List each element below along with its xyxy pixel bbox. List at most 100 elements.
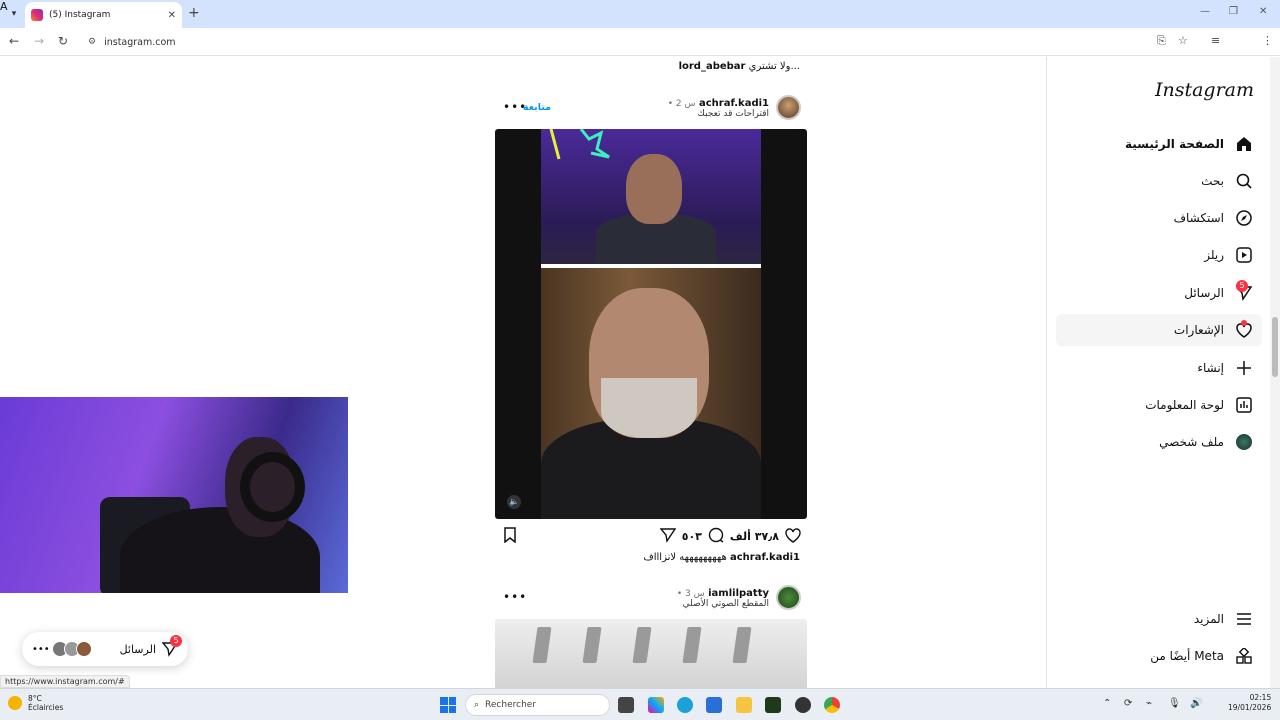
tray-sync-icon[interactable]: ⟳ <box>1124 698 1132 709</box>
close-window-icon[interactable]: ✕ <box>1259 6 1267 17</box>
taskbar-search-placeholder: Rechercher <box>485 700 537 710</box>
tab-search-chevron-icon[interactable]: ▾ <box>6 6 22 22</box>
weather-widget[interactable]: 8°C Éclaircies <box>8 694 63 712</box>
home-icon <box>1234 134 1254 154</box>
sidebar-item-more[interactable]: المزيد <box>1056 603 1262 635</box>
post-user-info: • 3 س iamlilpatty المقطع الصوتي الأصلي <box>677 586 769 609</box>
messages-label: الرسائل <box>119 642 156 656</box>
sidebar-item-label: ريلز <box>1204 248 1224 262</box>
browser-tab[interactable]: (5) Instagram ✕ <box>25 2 182 28</box>
site-info-icon[interactable]: ⚙ <box>88 37 96 47</box>
caption-username[interactable]: lord_abebar <box>679 61 746 72</box>
browser-tab-bar: ▾ (5) Instagram ✕ + — ❐ ✕ <box>0 0 1280 28</box>
tray-volume-icon[interactable]: 🔊 <box>1190 698 1202 709</box>
sidebar-item-create[interactable]: إنشاء <box>1056 352 1262 384</box>
more-dots-icon: ••• <box>32 643 50 655</box>
notification-dot <box>1241 320 1247 326</box>
sidebar-item-notifications[interactable]: الإشعارات <box>1056 314 1262 346</box>
extensions-icon[interactable]: ≡ <box>1211 34 1220 47</box>
sidebar-item-explore[interactable]: استكشاف <box>1056 202 1262 234</box>
search-icon <box>1234 171 1254 191</box>
post-options-icon[interactable]: ••• <box>503 590 527 604</box>
like-count[interactable]: ٣٧٫٨ ألف <box>730 530 779 543</box>
sidebar-item-label: ملف شخصي <box>1159 435 1224 449</box>
tray-network-icon[interactable]: ⌁ <box>1146 698 1152 709</box>
post-time: • 2 س <box>667 99 696 109</box>
sidebar-item-reels[interactable]: ريلز <box>1056 239 1262 271</box>
share-icon[interactable] <box>659 527 677 546</box>
sidebar-item-profile[interactable]: ملف شخصي <box>1056 426 1262 458</box>
sidebar-item-label: المزيد <box>1193 612 1224 626</box>
post-image[interactable] <box>495 619 807 688</box>
minimize-icon[interactable]: — <box>1200 6 1210 17</box>
tab-title: (5) Instagram <box>49 10 111 20</box>
save-bookmark-icon[interactable] <box>503 527 517 546</box>
like-heart-icon[interactable] <box>785 527 801 546</box>
tray-chevron-icon[interactable]: ⌃ <box>1103 698 1111 709</box>
instagram-logo[interactable]: Instagram <box>1155 79 1254 101</box>
follow-button[interactable]: متابعة <box>523 102 551 113</box>
forward-icon[interactable]: → <box>34 34 44 48</box>
tray-mic-icon[interactable]: 🎙 <box>1168 698 1181 709</box>
post-user-avatar[interactable] <box>776 95 801 120</box>
profile-avatar <box>1234 432 1254 452</box>
post-username[interactable]: iamlilpatty <box>708 588 769 599</box>
instagram-sidebar: Instagram الصفحة الرئيسية بحث استكشاف ري… <box>1046 57 1270 688</box>
dashboard-icon <box>1234 395 1254 415</box>
caption-text: ولا تشتري... <box>748 61 800 72</box>
post-username[interactable]: achraf.kadi1 <box>699 98 769 109</box>
task-view-icon[interactable] <box>618 697 634 713</box>
sidebar-item-dashboard[interactable]: لوحة المعلومات <box>1056 389 1262 421</box>
sidebar-item-search[interactable]: بحث <box>1056 165 1262 197</box>
install-app-icon[interactable]: ⎘ <box>1157 34 1166 48</box>
windows-start-icon[interactable] <box>440 697 456 713</box>
bookmark-star-icon[interactable]: ☆ <box>1178 34 1188 47</box>
page-scrollbar[interactable] <box>1270 57 1280 688</box>
post-caption: هههههههههه لانزاااف achraf.kadi1 <box>495 552 800 563</box>
plus-icon <box>1234 358 1254 378</box>
post-header: ••• • 3 س iamlilpatty المقطع الصوتي الأص… <box>495 584 807 614</box>
new-tab-button[interactable]: + <box>188 5 200 21</box>
taskbar-clock[interactable]: 02:15 19/01/2026 <box>1228 693 1271 713</box>
messages-floating-button[interactable]: ••• الرسائل 5 <box>22 632 188 666</box>
post-user-info: • 2 س achraf.kadi1 اقتراحات قد تعجبك <box>668 96 769 119</box>
comment-icon[interactable] <box>708 527 724 546</box>
tab-close-icon[interactable]: ✕ <box>168 10 176 21</box>
message-avatars <box>51 641 92 657</box>
browser-profile-avatar[interactable]: A <box>0 0 8 13</box>
sidebar-item-home[interactable]: الصفحة الرئيسية <box>1056 128 1262 160</box>
ceiling-beam <box>682 627 702 663</box>
taskbar-search[interactable]: ⌕ Rechercher <box>465 694 610 716</box>
sidebar-item-also-from-meta[interactable]: أيضًا من Meta <box>1056 640 1262 672</box>
person-face <box>626 154 682 224</box>
url-bar[interactable]: ⚙ instagram.com <box>84 31 1144 53</box>
webcam-overlay <box>0 397 348 593</box>
copilot-icon[interactable] <box>648 697 664 713</box>
store-icon[interactable] <box>706 697 722 713</box>
post-user-avatar[interactable] <box>776 585 801 610</box>
instagram-favicon-icon <box>31 9 43 21</box>
video-top-frame <box>541 129 761 264</box>
post-subtitle: اقتراحات قد تعجبك <box>697 109 769 119</box>
reload-icon[interactable]: ↻ <box>58 34 68 48</box>
file-explorer-icon[interactable] <box>736 697 752 713</box>
menu-icon <box>1234 609 1254 629</box>
chrome-icon[interactable] <box>824 697 840 713</box>
ceiling-beam <box>582 627 602 663</box>
terminal-app-icon[interactable] <box>765 697 781 713</box>
post-header: ••• متابعة • 2 س achraf.kadi1 اقتراحات ق… <box>495 94 807 124</box>
scrollbar-thumb[interactable] <box>1272 317 1278 377</box>
browser-menu-icon[interactable]: ⋮ <box>1262 34 1273 47</box>
back-icon[interactable]: ← <box>9 34 19 48</box>
caption-username[interactable]: achraf.kadi1 <box>730 552 800 563</box>
sidebar-item-messages[interactable]: الرسائل 5 <box>1056 277 1262 309</box>
explore-icon <box>1234 208 1254 228</box>
post-video[interactable]: 🔈 <box>495 129 807 519</box>
maximize-icon[interactable]: ❐ <box>1229 6 1238 17</box>
clock-time: 02:15 <box>1249 693 1272 702</box>
obs-icon[interactable] <box>795 697 811 713</box>
sidebar-item-label: إنشاء <box>1197 361 1224 375</box>
mute-icon[interactable]: 🔈 <box>507 495 521 509</box>
edge-icon[interactable] <box>677 697 693 713</box>
messages-icon: 5 <box>161 635 182 657</box>
